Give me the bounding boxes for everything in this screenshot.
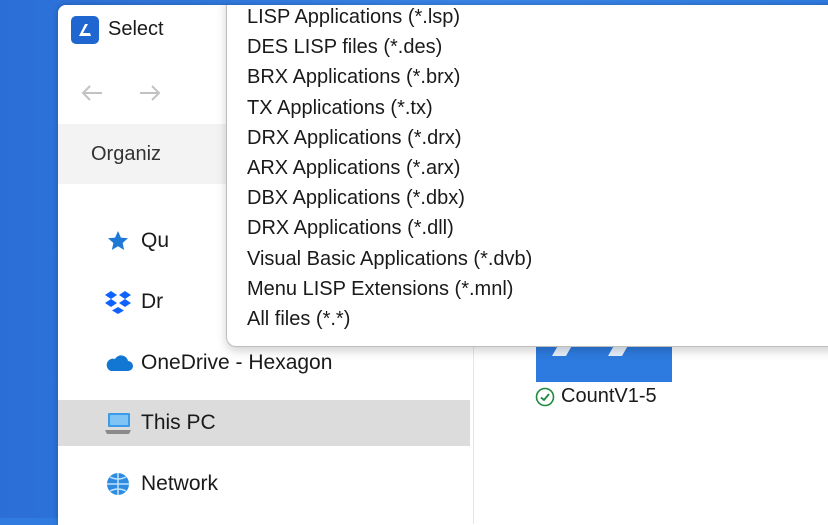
file-type-dropdown-list[interactable]: LISP Applications (*.lsp) DES LISP files … — [226, 5, 828, 347]
app-logo-icon — [71, 16, 99, 44]
forward-arrow-icon[interactable] — [136, 79, 164, 107]
nav-item-label: This PC — [141, 411, 216, 434]
file-thumbnail[interactable] — [536, 342, 672, 382]
nav-item-network[interactable]: Network — [58, 461, 470, 507]
computer-icon — [102, 409, 134, 437]
file-dialog-window: Select Organiz Qu Dr OneDrive - Hexagon … — [58, 5, 828, 525]
sync-check-icon — [535, 387, 555, 407]
file-item[interactable]: CountV1-5 — [535, 385, 657, 408]
dropbox-icon — [102, 288, 134, 316]
dropdown-option[interactable]: DBX Applications (*.dbx) — [247, 183, 465, 213]
dropdown-option[interactable]: DES LISP files (*.des) — [247, 32, 442, 62]
nav-item-label: OneDrive - Hexagon — [141, 351, 333, 374]
dropdown-option[interactable]: DRX Applications (*.dll) — [247, 213, 454, 243]
dropdown-option[interactable]: ARX Applications (*.arx) — [247, 153, 460, 183]
network-icon — [102, 470, 134, 498]
nav-item-label: Qu — [141, 229, 170, 252]
onedrive-cloud-icon — [102, 349, 134, 377]
back-arrow-icon[interactable] — [78, 79, 106, 107]
file-name: CountV1-5 — [561, 385, 657, 407]
window-title: Select — [108, 18, 164, 40]
nav-item-this-pc[interactable]: This PC — [58, 400, 470, 446]
nav-item-label: Dr — [141, 290, 164, 313]
dropdown-option[interactable]: BRX Applications (*.brx) — [247, 62, 460, 92]
dropdown-option[interactable]: LISP Applications (*.lsp) — [247, 5, 460, 32]
star-icon — [102, 227, 134, 255]
dropdown-option[interactable]: All files (*.*) — [247, 304, 350, 334]
dropdown-option[interactable]: TX Applications (*.tx) — [247, 93, 433, 123]
dropdown-option[interactable]: Menu LISP Extensions (*.mnl) — [247, 274, 513, 304]
nav-item-label: Network — [141, 472, 219, 495]
dropdown-option[interactable]: DRX Applications (*.drx) — [247, 123, 462, 153]
dropdown-option[interactable]: Visual Basic Applications (*.dvb) — [247, 244, 532, 274]
organize-button[interactable]: Organiz — [91, 143, 161, 166]
